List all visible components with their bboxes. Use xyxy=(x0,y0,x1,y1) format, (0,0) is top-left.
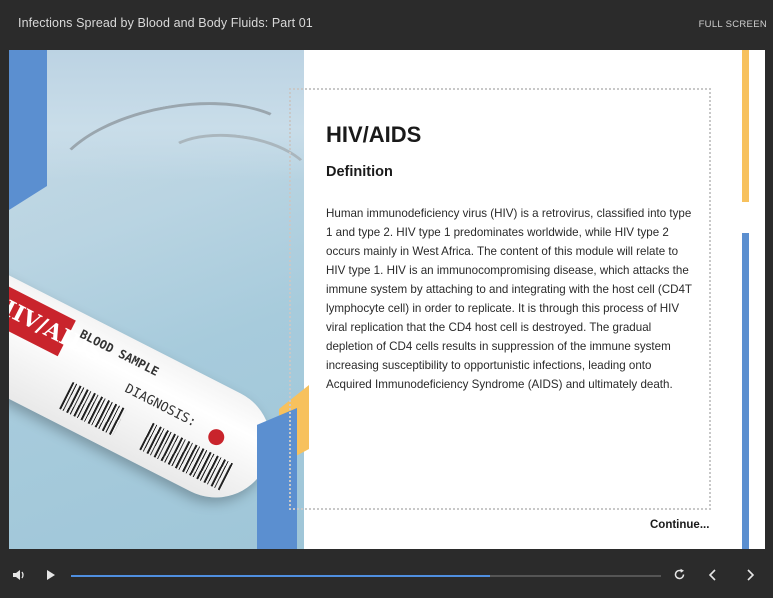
volume-icon[interactable] xyxy=(12,569,26,584)
replay-icon-svg xyxy=(674,568,685,580)
play-icon-svg xyxy=(47,570,55,580)
player-controls xyxy=(0,555,773,598)
continue-link[interactable]: Continue... xyxy=(650,519,709,531)
play-icon[interactable] xyxy=(46,569,56,584)
decor-bar-blue xyxy=(742,233,749,549)
progress-bar[interactable] xyxy=(71,575,661,577)
slide-content: HIV/AIDS Definition Human immunodeficien… xyxy=(326,122,696,394)
decor-blue-top xyxy=(9,50,47,210)
player-window: Infections Spread by Blood and Body Flui… xyxy=(0,0,773,598)
replay-icon[interactable] xyxy=(673,568,686,584)
volume-icon-svg xyxy=(13,570,24,580)
course-title: Infections Spread by Blood and Body Flui… xyxy=(18,16,313,30)
fullscreen-button[interactable]: FULL SCREEN xyxy=(699,19,767,30)
slide-title: HIV/AIDS xyxy=(326,122,422,147)
decor-bar-yellow xyxy=(742,50,749,202)
chevron-left-icon-svg xyxy=(708,569,716,581)
slide: HIV/AIDS BLOOD SAMPLE DIAGNOSIS: HIV/AID… xyxy=(9,50,765,549)
chevron-right-icon[interactable] xyxy=(745,569,755,584)
slide-body-text: Human immunodeficiency virus (HIV) is a … xyxy=(326,207,692,391)
slide-subtitle: Definition xyxy=(326,164,393,180)
progress-fill xyxy=(71,575,490,577)
chevron-left-icon[interactable] xyxy=(708,569,718,584)
tube-body xyxy=(9,255,290,517)
chevron-right-icon-svg xyxy=(747,569,755,581)
top-bar: Infections Spread by Blood and Body Flui… xyxy=(0,0,773,48)
